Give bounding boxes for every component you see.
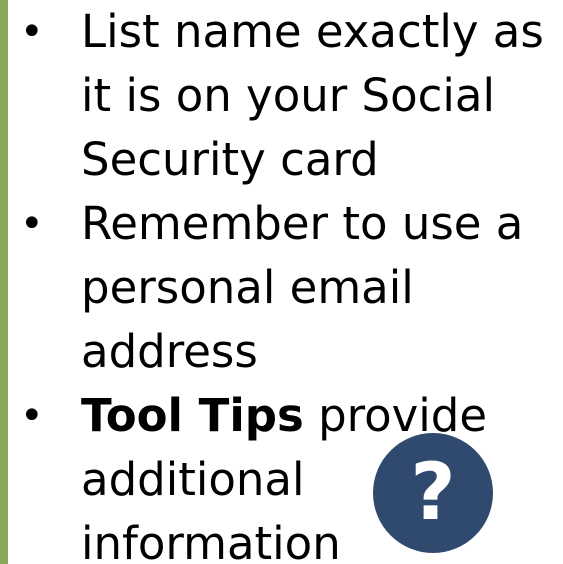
tool-tips-label: Tool Tips: [81, 389, 304, 442]
bullet-text: Remember to use a personal email address: [81, 192, 556, 384]
slide: • List name exactly as it is on your Soc…: [0, 0, 563, 564]
bullet-text: List name exactly as it is on your Socia…: [81, 0, 556, 192]
bullet-line: List name exactly as: [81, 5, 544, 58]
bullet-line: Remember to use a: [81, 197, 524, 250]
question-mark-icon[interactable]: ?: [373, 433, 493, 553]
bullet-line: personal email: [81, 261, 414, 314]
bullet-line: it is on your Social: [81, 69, 495, 122]
bullet-line: Tool Tips provide: [81, 384, 556, 448]
bullet-line: address: [81, 325, 258, 378]
bullet-marker: •: [20, 201, 44, 247]
bullet-line-rest: provide: [303, 389, 488, 442]
bullet-marker: •: [20, 393, 44, 439]
bullet-line: Security card: [81, 133, 379, 186]
bullet-marker: •: [20, 9, 44, 55]
